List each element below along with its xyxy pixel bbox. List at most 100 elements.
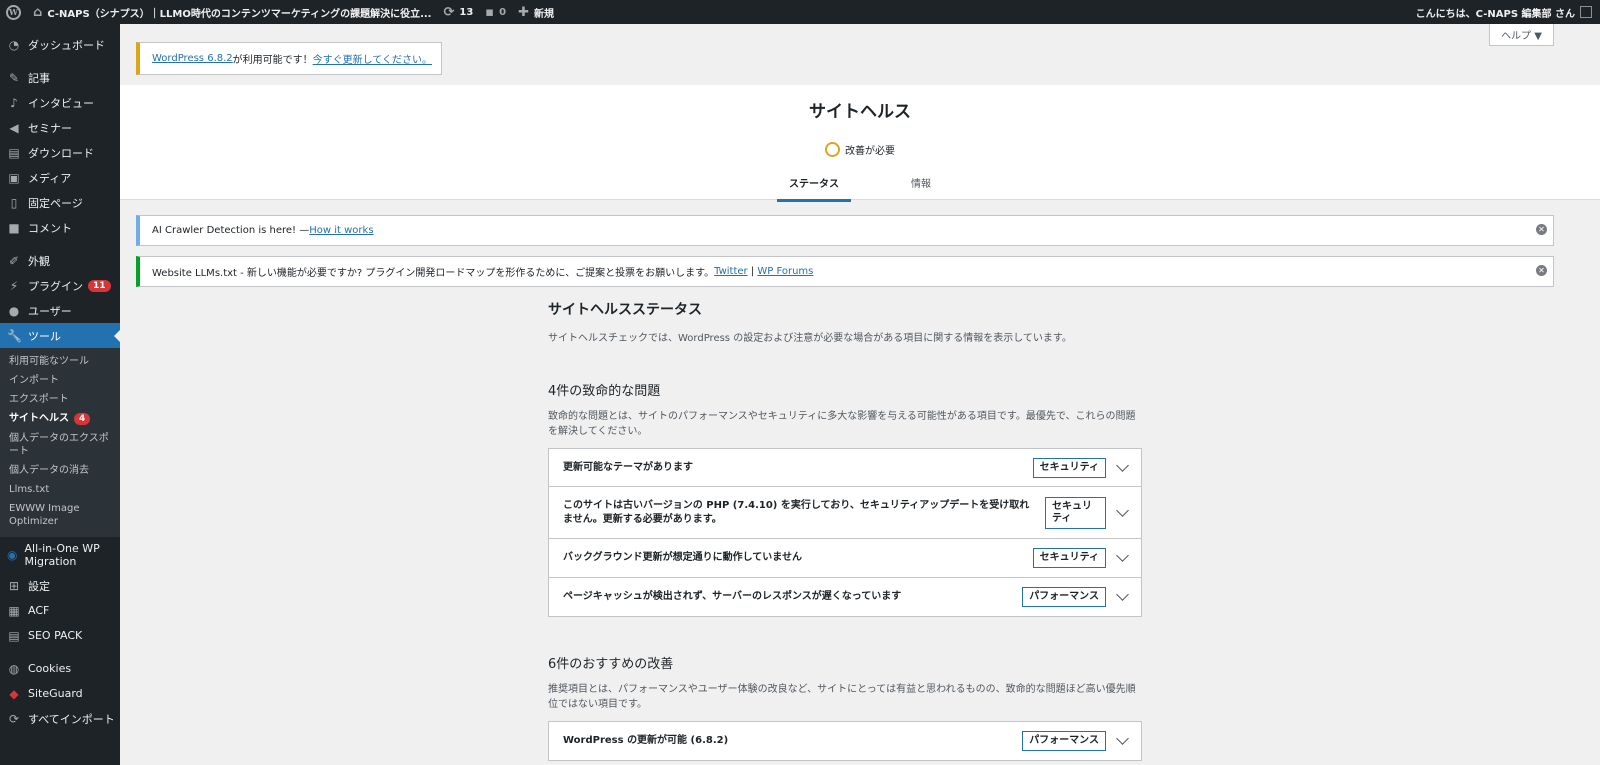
menu-comments[interactable]: ■ コメント xyxy=(0,215,120,240)
notice-ai-crawler: AI Crawler Detection is here! — How it w… xyxy=(136,215,1554,246)
chevron-down-icon[interactable] xyxy=(1116,458,1129,472)
refresh-icon: ⟳ xyxy=(443,4,455,20)
menu-settings[interactable]: ⊞ 設定 xyxy=(0,573,120,598)
menu-media[interactable]: ▣ メディア xyxy=(0,165,120,190)
menu-seminar[interactable]: ◀ セミナー xyxy=(0,115,120,140)
menu-posts[interactable]: ✎ 記事 xyxy=(0,65,120,90)
my-account-menu[interactable]: こんにちは、C-NAPS 編集部 さん xyxy=(1410,0,1600,24)
chevron-down-icon[interactable] xyxy=(1116,732,1129,745)
dismiss-icon[interactable]: ✕ xyxy=(1536,265,1547,276)
menu-pages[interactable]: ▯ 固定ページ xyxy=(0,190,120,215)
updates-menu[interactable]: ⟳ 13 xyxy=(437,0,479,24)
admin-sidebar: ◔ ダッシュボード ✎ 記事 ♪ インタビュー ◀ セミナー ▤ ダウンロード ▣ メディア… xyxy=(0,24,120,765)
wp-forums-link[interactable]: WP Forums xyxy=(757,266,813,277)
wp-logo-menu[interactable]: W xyxy=(0,0,27,24)
issue-text: ページキャッシュが検出されず、サーバーのレスポンスが遅くなっています xyxy=(563,591,902,602)
menu-label: 固定ページ xyxy=(28,196,83,210)
new-label: 新規 xyxy=(533,8,554,20)
submenu-export[interactable]: エクスポート xyxy=(0,390,120,409)
update-nag-text: が利用可能です！ xyxy=(232,55,313,66)
menu-acf[interactable]: ▦ ACF xyxy=(0,598,120,623)
import-icon: ⟳ xyxy=(8,711,20,726)
issue-badge: パフォーマンス xyxy=(1022,587,1106,607)
how-it-works-link[interactable]: How it works xyxy=(309,225,373,236)
wrench-icon: 🔧 xyxy=(7,328,22,343)
site-name: C-NAPS（シナプス）｜LLMO時代のコンテンツマーケティングの課題解決に役立… xyxy=(47,8,432,20)
status-circle-icon xyxy=(825,142,840,157)
chevron-down-icon[interactable] xyxy=(1116,549,1129,562)
twitter-link[interactable]: Twitter xyxy=(714,266,748,277)
menu-interview[interactable]: ♪ インタビュー xyxy=(0,90,120,115)
issue-badge: セキュリティ xyxy=(1032,457,1106,478)
submenu-llms-txt[interactable]: Llms.txt xyxy=(0,480,120,499)
tab-status[interactable]: ステータス xyxy=(777,169,851,202)
site-name-menu[interactable]: ⌂ C-NAPS（シナプス）｜LLMO時代のコンテンツマーケティングの課題解決に… xyxy=(27,0,437,24)
admin-bar: W ⌂ C-NAPS（シナプス）｜LLMO時代のコンテンツマーケティングの課題解… xyxy=(0,0,1600,24)
submenu-ewww[interactable]: EWWW Image Optimizer xyxy=(0,499,120,531)
submenu-export-personal-data[interactable]: 個人データのエクスポート xyxy=(0,429,120,461)
menu-label: Cookies xyxy=(28,662,72,675)
menu-label: All-in-One WP Migration xyxy=(24,542,100,568)
cookie-icon: ◍ xyxy=(8,661,20,676)
plus-icon: ✚ xyxy=(518,4,529,20)
menu-plugins[interactable]: ⚡ プラグイン 11 xyxy=(0,273,120,298)
recommended-title: 6件のおすすめの改善 xyxy=(548,657,674,672)
gauge-icon: ◔ xyxy=(8,37,20,52)
site-status-content: サイトヘルスステータス サイトヘルスチェックでは、WordPress の設定およ… xyxy=(548,299,1142,761)
menu-users[interactable]: ● ユーザー xyxy=(0,298,120,323)
migration-icon: ◉ xyxy=(7,548,18,562)
menu-all-in-one-migration[interactable]: ◉ All-in-One WP Migration xyxy=(0,537,120,573)
notice-llms-txt: Website LLMs.txt - 新しい機能が必要ですか? プラグイン開発ロ… xyxy=(136,256,1554,287)
submenu-erase-personal-data[interactable]: 個人データの消去 xyxy=(0,461,120,480)
menu-cookies[interactable]: ◍ Cookies xyxy=(0,656,120,681)
menu-import-all[interactable]: ⟳ すべてインポート xyxy=(0,706,120,731)
issue-row[interactable]: ページキャッシュが検出されず、サーバーのレスポンスが遅くなっています パフォーマ… xyxy=(549,578,1141,616)
menu-dashboard[interactable]: ◔ ダッシュボード xyxy=(0,32,120,57)
notice-text: AI Crawler Detection is here! — xyxy=(152,225,310,236)
menu-label: セミナー xyxy=(28,121,72,135)
wordpress-icon: W xyxy=(6,4,21,20)
health-tabs: ステータス 情報 xyxy=(120,169,1600,202)
wordpress-version-link[interactable]: WordPress 6.8.2 xyxy=(152,53,233,64)
submenu-available-tools[interactable]: 利用可能なツール xyxy=(0,352,120,371)
tab-info[interactable]: 情報 xyxy=(899,169,943,202)
issue-row[interactable]: バックグラウンド更新が想定通りに動作していません セキュリティ xyxy=(549,539,1141,578)
main-content: ヘルプ ▼ WordPress 6.8.2 が利用可能です！ 今すぐ更新してくだ… xyxy=(120,24,1600,765)
submenu-site-health[interactable]: サイトヘルス 4 xyxy=(0,409,120,429)
paintbrush-icon: ✐ xyxy=(8,253,20,268)
recommended-description: 推奨項目とは、パフォーマンスやユーザー体験の改良など、サイトにとっては有益と思わ… xyxy=(548,684,1136,710)
menu-label: SiteGuard xyxy=(28,687,83,700)
issue-badge: セキュリティ xyxy=(1045,496,1106,529)
submenu-import[interactable]: インポート xyxy=(0,371,120,390)
comments-menu[interactable]: ▪ 0 xyxy=(479,0,512,24)
chevron-down-icon[interactable] xyxy=(1116,588,1129,601)
issue-row[interactable]: 更新可能なテーマがあります セキュリティ xyxy=(549,449,1141,487)
menu-siteguard[interactable]: ◆ SiteGuard xyxy=(0,681,120,706)
shield-icon: ◆ xyxy=(9,686,19,701)
issue-text: WordPress の更新が可能 (6.8.2) xyxy=(563,735,729,746)
chevron-down-icon[interactable] xyxy=(1116,503,1129,517)
greeting: こんにちは、C-NAPS 編集部 さん xyxy=(1415,8,1575,20)
issue-text: このサイトは古いバージョンの PHP (7.4.10) を実行しており、セキュリ… xyxy=(563,499,1030,525)
new-content-menu[interactable]: ✚ 新規 xyxy=(512,0,560,24)
health-header: サイトヘルス 改善が必要 ステータス 情報 xyxy=(120,85,1600,202)
avatar xyxy=(1580,6,1592,18)
update-now-link[interactable]: 今すぐ更新してください。 xyxy=(313,51,432,66)
menu-appearance[interactable]: ✐ 外観 xyxy=(0,248,120,273)
menu-label: ユーザー xyxy=(28,304,72,318)
menu-label: すべてインポート xyxy=(28,712,115,726)
home-icon: ⌂ xyxy=(33,4,43,20)
menu-label: SEO PACK xyxy=(28,629,83,642)
menu-tools[interactable]: 🔧 ツール xyxy=(0,323,120,348)
pin-icon: ✎ xyxy=(8,70,20,85)
recommended-list: WordPress の更新が可能 (6.8.2) パフォーマンス xyxy=(548,721,1142,761)
issue-row[interactable]: WordPress の更新が可能 (6.8.2) パフォーマンス xyxy=(549,722,1141,760)
microphone-icon: ♪ xyxy=(10,95,18,110)
help-button[interactable]: ヘルプ ▼ xyxy=(1489,24,1554,46)
dismiss-icon[interactable]: ✕ xyxy=(1536,224,1547,235)
menu-label: 設定 xyxy=(28,579,50,593)
issue-row[interactable]: このサイトは古いバージョンの PHP (7.4.10) を実行しており、セキュリ… xyxy=(549,487,1141,539)
notice-text: Website LLMs.txt - 新しい機能が必要ですか? プラグイン開発ロ… xyxy=(152,268,715,279)
menu-seo-pack[interactable]: ▤ SEO PACK xyxy=(0,623,120,648)
menu-download[interactable]: ▤ ダウンロード xyxy=(0,140,120,165)
